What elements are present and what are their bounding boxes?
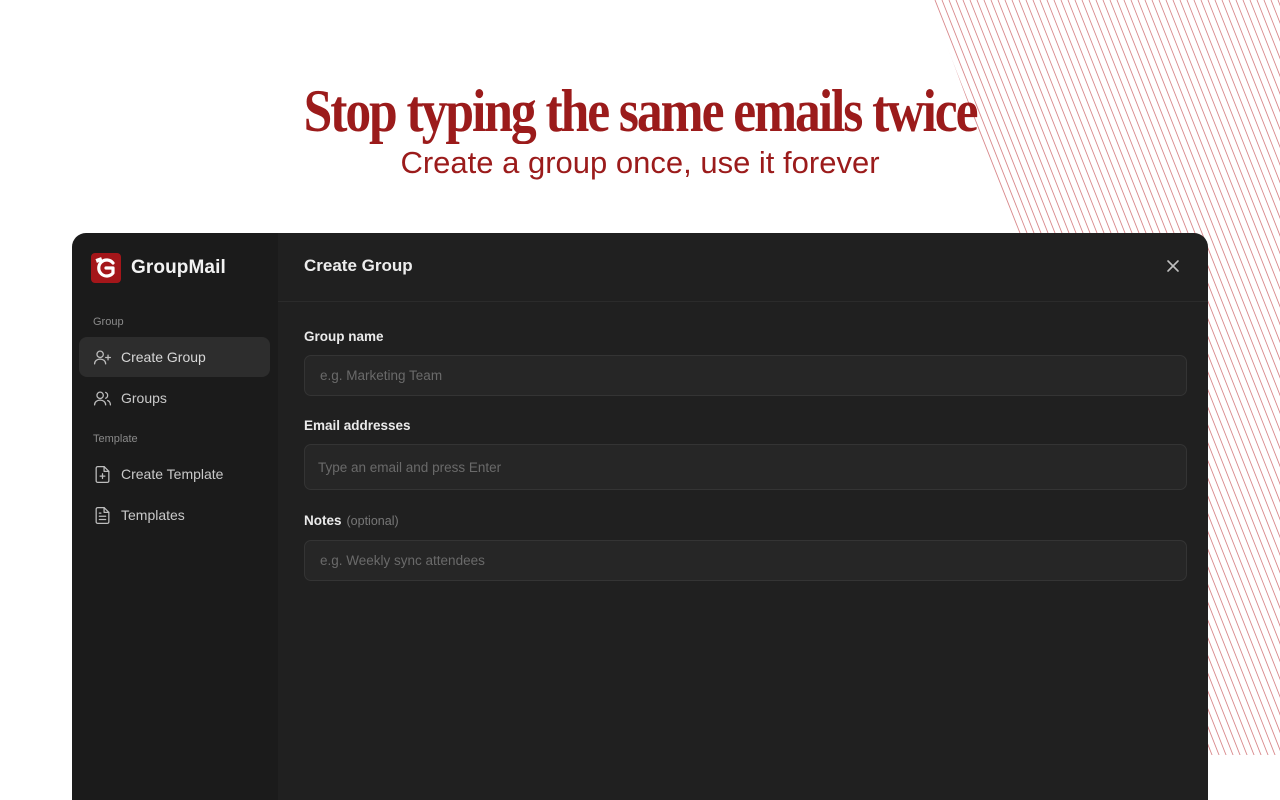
stripe-line — [1200, 0, 1280, 755]
stripe-line — [1263, 0, 1280, 755]
page-title: Create Group — [304, 256, 413, 275]
stripe-line — [1228, 0, 1280, 755]
notes-input[interactable] — [304, 540, 1187, 581]
group-name-input[interactable] — [304, 355, 1187, 396]
close-button[interactable] — [1164, 257, 1182, 275]
section-label-template: Template — [93, 433, 138, 445]
file-text-icon — [92, 505, 112, 525]
email-addresses-input[interactable] — [304, 444, 1187, 490]
main-header: Create Group — [278, 233, 1208, 302]
sidebar-item-templates[interactable]: Templates — [79, 495, 270, 535]
close-icon — [1167, 260, 1179, 272]
email-addresses-label: Email addresses — [304, 418, 411, 433]
sidebar-item-label: Create Group — [121, 349, 206, 365]
stripe-line — [1270, 0, 1280, 755]
main-panel: Create Group Group name Email addresses … — [278, 233, 1208, 800]
stripe-line — [1221, 0, 1280, 755]
sidebar-item-label: Groups — [121, 390, 167, 406]
stripe-line — [1235, 0, 1280, 755]
notes-label-text: Notes — [304, 513, 342, 528]
stripe-line — [1249, 0, 1280, 755]
stripe-line — [1214, 0, 1280, 755]
sidebar: GroupMail Group Create Group Groups Temp… — [72, 233, 278, 800]
file-plus-icon — [92, 464, 112, 484]
group-name-label: Group name — [304, 329, 384, 344]
sidebar-item-label: Create Template — [121, 466, 224, 482]
users-icon — [92, 388, 112, 408]
notes-label: Notes (optional) — [304, 513, 399, 528]
sidebar-item-groups[interactable]: Groups — [79, 378, 270, 418]
sidebar-item-label: Templates — [121, 507, 185, 523]
user-plus-icon — [92, 347, 112, 367]
stripe-line — [1207, 0, 1280, 755]
sidebar-item-create-group[interactable]: Create Group — [79, 337, 270, 377]
sidebar-item-create-template[interactable]: Create Template — [79, 454, 270, 494]
section-label-group: Group — [93, 316, 124, 328]
promo-stage: Stop typing the same emails twice Create… — [0, 0, 1280, 800]
stripe-line — [1242, 0, 1280, 755]
app-window: GroupMail Group Create Group Groups Temp… — [72, 233, 1208, 800]
hero-subheadline: Create a group once, use it forever — [400, 145, 880, 180]
brand-name: GroupMail — [131, 257, 226, 278]
stripe-line — [1256, 0, 1280, 755]
brand: GroupMail — [91, 253, 226, 283]
groupmail-logo-icon — [91, 253, 121, 283]
optional-hint: (optional) — [346, 514, 399, 528]
hero-headline: Stop typing the same emails twice — [303, 78, 979, 144]
